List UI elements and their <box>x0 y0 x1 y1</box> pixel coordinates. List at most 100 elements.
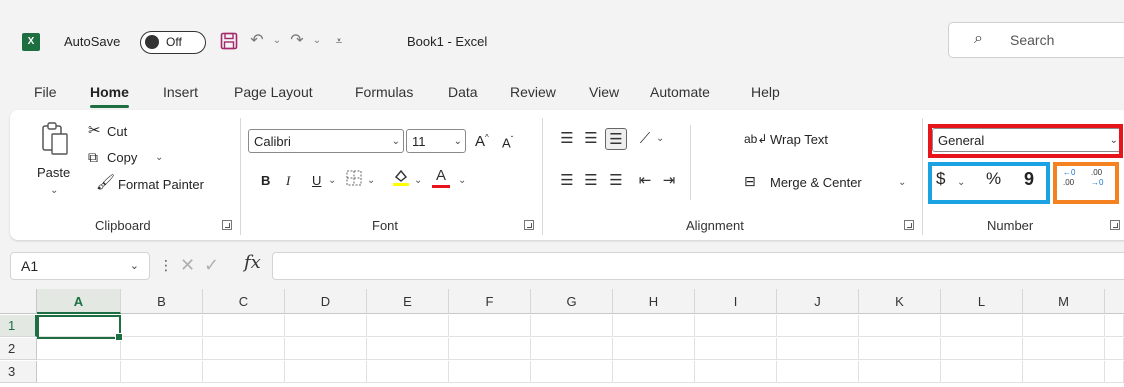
cell[interactable] <box>1105 361 1124 383</box>
underline-button[interactable]: U <box>312 172 321 190</box>
row-header-3[interactable]: 3 <box>0 361 37 383</box>
undo-icon[interactable]: ↶ <box>246 29 268 53</box>
name-box[interactable]: A1 ⌄ <box>10 252 150 280</box>
paste-label[interactable]: Paste <box>37 164 70 182</box>
cell[interactable] <box>367 315 449 337</box>
copy-icon[interactable]: ⧉ <box>88 148 98 166</box>
column-header-e[interactable]: E <box>367 289 449 314</box>
cell[interactable] <box>203 338 285 360</box>
tab-data[interactable]: Data <box>448 82 478 102</box>
font-name-select[interactable]: Calibri ⌄ <box>248 129 404 153</box>
cell[interactable] <box>37 338 121 360</box>
format-painter-button[interactable]: Format Painter <box>118 176 204 194</box>
more-options-icon[interactable]: ⋮ <box>159 254 173 276</box>
cell[interactable] <box>531 338 613 360</box>
column-header-i[interactable]: I <box>695 289 777 314</box>
format-painter-icon[interactable]: 🖌 <box>96 174 115 192</box>
number-launcher-icon[interactable] <box>1110 220 1120 230</box>
merge-center-icon[interactable]: ⊟ <box>744 172 756 190</box>
autosave-toggle[interactable]: Off <box>140 31 206 54</box>
enter-icon[interactable]: ✓ <box>204 254 219 276</box>
row-header-1[interactable]: 1 <box>0 315 37 337</box>
cell[interactable] <box>121 361 203 383</box>
cell[interactable] <box>613 338 695 360</box>
font-launcher-icon[interactable] <box>524 220 534 230</box>
column-header-l[interactable]: L <box>941 289 1023 314</box>
column-header-h[interactable]: H <box>613 289 695 314</box>
cell[interactable] <box>1105 315 1124 337</box>
alignment-launcher-icon[interactable] <box>904 220 914 230</box>
cell[interactable] <box>449 338 531 360</box>
column-header-f[interactable]: F <box>449 289 531 314</box>
cell[interactable] <box>1023 361 1105 383</box>
orientation-icon[interactable]: ⟋ <box>634 128 656 150</box>
orientation-dropdown-icon[interactable]: ⌄ <box>656 130 664 148</box>
paste-dropdown-icon[interactable]: ⌄ <box>50 182 58 200</box>
increase-indent-icon[interactable]: ⇥ <box>658 170 680 192</box>
column-header-c[interactable]: C <box>203 289 285 314</box>
cell[interactable] <box>367 361 449 383</box>
align-center-icon[interactable]: ☰ <box>580 170 602 192</box>
wrap-text-button[interactable]: Wrap Text <box>770 131 828 149</box>
cell[interactable] <box>941 361 1023 383</box>
cell[interactable] <box>449 315 531 337</box>
fill-color-icon[interactable] <box>390 167 412 189</box>
cell[interactable] <box>1023 315 1105 337</box>
merge-center-button[interactable]: Merge & Center <box>770 174 862 192</box>
cell[interactable] <box>613 315 695 337</box>
redo-icon[interactable]: ↷ <box>286 29 308 53</box>
column-header-k[interactable]: K <box>859 289 941 314</box>
align-right-icon[interactable]: ☰ <box>605 170 627 192</box>
tab-page-layout[interactable]: Page Layout <box>234 82 313 102</box>
cell[interactable] <box>367 338 449 360</box>
cell[interactable] <box>777 315 859 337</box>
cell[interactable] <box>941 338 1023 360</box>
column-header-m[interactable]: M <box>1023 289 1105 314</box>
cell[interactable] <box>531 315 613 337</box>
cell[interactable] <box>449 361 531 383</box>
underline-dropdown-icon[interactable]: ⌄ <box>328 172 336 190</box>
redo-dropdown-icon[interactable]: ⌄ <box>306 29 328 53</box>
column-header-d[interactable]: D <box>285 289 367 314</box>
cell[interactable] <box>859 338 941 360</box>
tab-home[interactable]: Home <box>90 82 129 108</box>
column-header-j[interactable]: J <box>777 289 859 314</box>
cell[interactable] <box>695 315 777 337</box>
grow-font-icon[interactable]: A^ <box>475 129 489 151</box>
align-middle-icon[interactable]: ☰ <box>580 128 602 150</box>
insert-function-icon[interactable]: fx <box>244 252 261 273</box>
align-left-icon[interactable]: ☰ <box>556 170 578 192</box>
tab-review[interactable]: Review <box>510 82 556 102</box>
font-color-dropdown-icon[interactable]: ⌄ <box>458 172 466 190</box>
align-bottom-icon[interactable]: ☰ <box>605 128 627 150</box>
wrap-text-icon[interactable]: ab↲ <box>744 130 767 148</box>
select-all-corner[interactable] <box>0 289 37 314</box>
cell[interactable] <box>859 315 941 337</box>
search-box[interactable]: ⌕ Search <box>948 22 1124 58</box>
bold-button[interactable]: B <box>261 172 270 190</box>
copy-dropdown-icon[interactable]: ⌄ <box>155 149 163 167</box>
decrease-indent-icon[interactable]: ⇤ <box>634 170 656 192</box>
align-top-icon[interactable]: ☰ <box>556 128 578 150</box>
cut-icon[interactable]: ✂ <box>88 122 101 140</box>
tab-formulas[interactable]: Formulas <box>355 82 413 102</box>
column-header-g[interactable]: G <box>531 289 613 314</box>
borders-dropdown-icon[interactable]: ⌄ <box>367 172 375 190</box>
cell[interactable] <box>941 315 1023 337</box>
cell[interactable] <box>777 338 859 360</box>
row-header-2[interactable]: 2 <box>0 338 37 360</box>
cell[interactable] <box>121 315 203 337</box>
cell[interactable] <box>531 361 613 383</box>
copy-button[interactable]: Copy <box>107 149 137 167</box>
save-icon[interactable] <box>218 29 240 53</box>
undo-dropdown-icon[interactable]: ⌄ <box>266 29 288 53</box>
italic-button[interactable]: I <box>286 172 290 190</box>
cell[interactable] <box>859 361 941 383</box>
cell[interactable] <box>695 361 777 383</box>
cut-button[interactable]: Cut <box>107 123 127 141</box>
fill-color-dropdown-icon[interactable]: ⌄ <box>414 172 422 190</box>
shrink-font-icon[interactable]: Aˇ <box>502 131 513 152</box>
font-size-select[interactable]: 11 ⌄ <box>406 129 466 153</box>
cell[interactable] <box>285 338 367 360</box>
cell[interactable] <box>1023 338 1105 360</box>
